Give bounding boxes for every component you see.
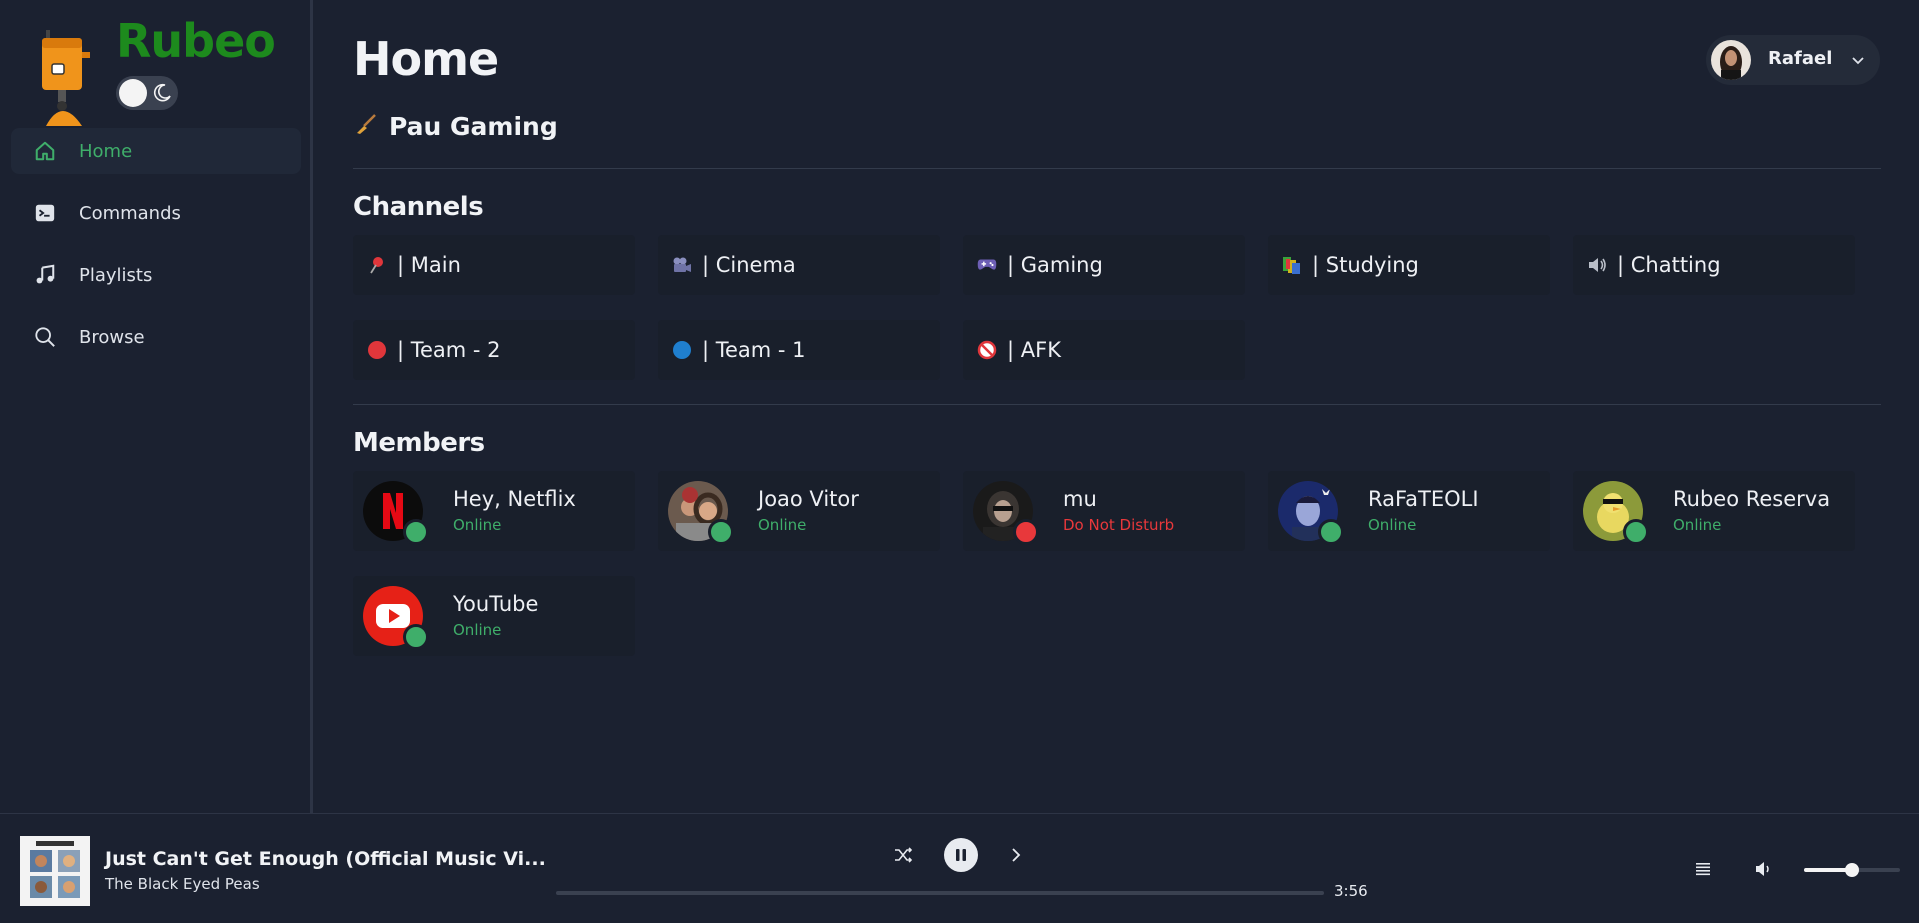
members-title: Members <box>353 428 485 458</box>
sidebar-item-label: Commands <box>79 202 181 224</box>
pause-icon <box>956 849 966 861</box>
channel-label: | Chatting <box>1617 253 1721 277</box>
channel-label: | Team - 1 <box>702 338 806 362</box>
sidebar-item-label: Browse <box>79 326 145 348</box>
sidebar-nav: Home Commands Playlists Browse <box>11 128 301 376</box>
member-card[interactable]: Joao Vitor Online <box>658 471 940 551</box>
sidebar-item-browse[interactable]: Browse <box>11 314 301 360</box>
home-icon <box>33 139 57 163</box>
divider <box>353 168 1881 169</box>
broom-icon <box>355 113 377 140</box>
member-status: Online <box>453 621 502 639</box>
channel-label: | Cinema <box>702 253 796 277</box>
page-title: Home <box>353 32 499 86</box>
channel-label: | Main <box>397 253 461 277</box>
speaker-icon <box>1756 862 1769 876</box>
member-status: Do Not Disturb <box>1063 516 1175 534</box>
member-card[interactable]: Hey, Netflix Online <box>353 471 635 551</box>
channels-title: Channels <box>353 192 484 222</box>
sidebar-item-label: Playlists <box>79 264 153 286</box>
queue-button[interactable] <box>1693 860 1713 878</box>
player-bar: Just Can't Get Enough (Official Music Vi… <box>0 813 1919 923</box>
robot-logo-icon <box>42 30 90 126</box>
queue-list-icon <box>1696 863 1710 876</box>
member-name: Joao Vitor <box>758 487 859 511</box>
brand-name: Rubeo <box>116 14 276 68</box>
music-note-icon <box>33 263 57 287</box>
member-status: Online <box>453 516 502 534</box>
sidebar-item-commands[interactable]: Commands <box>11 190 301 236</box>
member-name: mu <box>1063 487 1097 511</box>
online-status-dot <box>708 519 734 545</box>
next-button[interactable] <box>1006 844 1026 866</box>
sidebar-item-playlists[interactable]: Playlists <box>11 252 301 298</box>
divider <box>353 404 1881 405</box>
track-artist[interactable]: The Black Eyed Peas <box>105 875 260 893</box>
member-card[interactable]: RaFaTEOLI Online <box>1268 471 1550 551</box>
server-name-text: Pau Gaming <box>389 112 558 141</box>
channel-label: | Team - 2 <box>397 338 501 362</box>
channel-afk[interactable]: | AFK <box>963 320 1245 380</box>
channel-studying[interactable]: | Studying <box>1268 235 1550 295</box>
terminal-icon <box>33 201 57 225</box>
brand: Rubeo <box>36 14 296 126</box>
channel-label: | Studying <box>1312 253 1419 277</box>
member-name: YouTube <box>453 592 539 616</box>
online-status-dot <box>403 519 429 545</box>
album-art <box>20 836 90 906</box>
pause-button[interactable] <box>944 838 978 872</box>
member-card[interactable]: Rubeo Reserva Online <box>1573 471 1855 551</box>
channel-label: | AFK <box>1007 338 1061 362</box>
volume-knob[interactable] <box>1845 863 1859 877</box>
moon-icon <box>154 83 171 102</box>
progress-bar[interactable] <box>556 891 1324 895</box>
member-status: Online <box>758 516 807 534</box>
no-entry-icon <box>977 340 997 360</box>
pushpin-icon <box>367 255 387 275</box>
member-card[interactable]: YouTube Online <box>353 576 635 656</box>
track-duration: 3:56 <box>1334 882 1368 900</box>
channel-team-2[interactable]: | Team - 2 <box>353 320 635 380</box>
channel-label: | Gaming <box>1007 253 1103 277</box>
online-status-dot <box>403 624 429 650</box>
chevron-right-icon <box>1012 848 1021 862</box>
channel-cinema[interactable]: | Cinema <box>658 235 940 295</box>
theme-toggle[interactable] <box>116 76 178 110</box>
sidebar-item-label: Home <box>79 140 133 162</box>
books-icon <box>1282 255 1302 275</box>
volume-button[interactable] <box>1753 859 1775 879</box>
theme-toggle-knob <box>119 79 147 107</box>
member-name: Hey, Netflix <box>453 487 576 511</box>
sidebar: Rubeo Home Commands Playlists Browse <box>0 0 313 813</box>
member-status: Online <box>1673 516 1722 534</box>
blue-circle-icon <box>672 340 692 360</box>
channel-chatting[interactable]: | Chatting <box>1573 235 1855 295</box>
main-content: Home Pau Gaming Channels | Main | Cinema… <box>353 0 1881 813</box>
dnd-status-dot <box>1013 519 1039 545</box>
online-status-dot <box>1623 519 1649 545</box>
red-circle-icon <box>367 340 387 360</box>
gamepad-icon <box>977 255 997 275</box>
channel-team-1[interactable]: | Team - 1 <box>658 320 940 380</box>
movie-camera-icon <box>672 255 692 275</box>
sidebar-item-home[interactable]: Home <box>11 128 301 174</box>
member-name: Rubeo Reserva <box>1673 487 1831 511</box>
online-status-dot <box>1318 519 1344 545</box>
member-card[interactable]: mu Do Not Disturb <box>963 471 1245 551</box>
volume-slider[interactable] <box>1804 863 1900 877</box>
shuffle-icon <box>895 847 913 863</box>
member-name: RaFaTEOLI <box>1368 487 1479 511</box>
track-title: Just Can't Get Enough (Official Music Vi… <box>105 848 546 870</box>
search-icon <box>33 325 57 349</box>
channel-gaming[interactable]: | Gaming <box>963 235 1245 295</box>
channel-main[interactable]: | Main <box>353 235 635 295</box>
server-name: Pau Gaming <box>355 112 558 141</box>
member-status: Online <box>1368 516 1417 534</box>
shuffle-button[interactable] <box>892 844 914 866</box>
speaker-icon <box>1587 255 1607 275</box>
